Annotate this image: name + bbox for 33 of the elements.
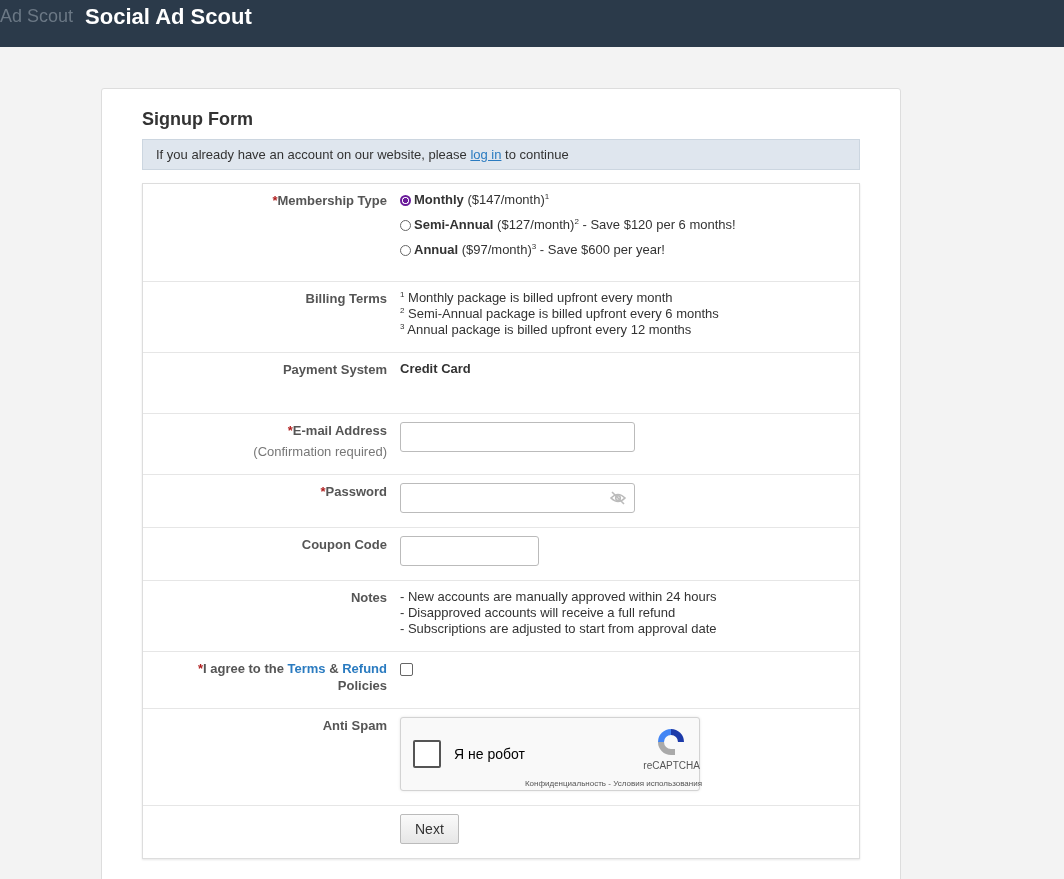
option-label[interactable]: Monthly ($147/month)$^{1}$ <box>414 192 550 208</box>
login-notice: If you already have an account on our website, please log in to continue <box>142 139 860 170</box>
next-button[interactable]: Next <box>400 814 459 844</box>
billing-term: $^{3}$ Annual package is billed upfront every 12 months <box>400 322 693 338</box>
note-text: - New accounts are manually approved within 24 hours <box>400 589 718 605</box>
field-label: Anti Spam <box>322 717 387 734</box>
field-label: *Password <box>320 483 387 500</box>
terms-of-use-link[interactable]: Условия использования <box>613 779 702 788</box>
captcha-brand: reCAPTCHA <box>643 759 700 773</box>
option-label[interactable]: Semi-Annual ($127/month)$^{2}$ - Save $120 per 6 months! <box>414 217 736 233</box>
separator: - <box>608 779 611 788</box>
login-link[interactable]: log in <box>470 147 502 162</box>
option-label[interactable]: Annual ($97/month)$^{3}$ - Save $600 per year! <box>414 242 665 258</box>
logo-text: Ad Scout <box>0 6 74 27</box>
field-label: Payment System <box>282 361 387 378</box>
field-hint: (Confirmation required) <box>253 443 387 460</box>
privacy-link[interactable]: Конфиденциальность <box>524 779 607 788</box>
note-text: - Subscriptions are adjusted to start from approval date <box>400 621 718 637</box>
field-value: Credit Card <box>400 361 472 377</box>
billing-term: $^{2}$ Semi-Annual package is billed upfront every 6 months <box>400 306 720 322</box>
field-label: Billing Terms <box>305 290 387 307</box>
form-title: Signup Form <box>142 109 254 130</box>
site-title[interactable]: Social Ad Scout <box>85 4 252 30</box>
terms-link[interactable]: Terms <box>287 661 326 676</box>
field-label: *Membership Type <box>272 192 387 209</box>
field-label: Notes <box>350 589 387 606</box>
field-label: *E-mail Address <box>287 422 387 439</box>
captcha-label: Я не робот <box>454 746 525 762</box>
field-label: Coupon Code <box>301 536 387 553</box>
refund-link[interactable]: Refund <box>342 661 387 676</box>
billing-term: $^{1}$ Monthly package is billed upfront every month <box>400 290 674 306</box>
field-label: *I agree to the Terms & Refund Policies <box>196 660 387 694</box>
note-text: - Disapproved accounts will receive a full refund <box>400 605 677 621</box>
